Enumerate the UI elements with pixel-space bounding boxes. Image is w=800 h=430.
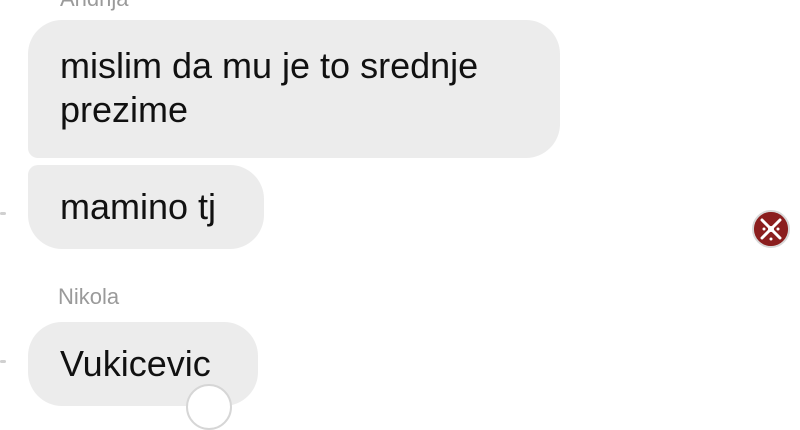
edge-marker — [0, 212, 6, 215]
message-bubble[interactable]: mamino tj — [28, 165, 264, 249]
edge-marker — [0, 360, 6, 363]
sender-name: Nikola — [58, 284, 120, 309]
message-bubble[interactable]: mislim da mu je to srednje prezime — [28, 20, 560, 158]
message-text: mislim da mu je to srednje prezime — [60, 45, 479, 130]
message-text: mamino tj — [60, 186, 217, 227]
message-text: Vukicevic — [60, 343, 211, 384]
reaction-icon[interactable] — [186, 384, 232, 430]
sender-name: Andrija — [60, 0, 128, 12]
avatar-crest-icon — [754, 212, 788, 246]
read-receipt-avatar[interactable] — [752, 210, 790, 248]
